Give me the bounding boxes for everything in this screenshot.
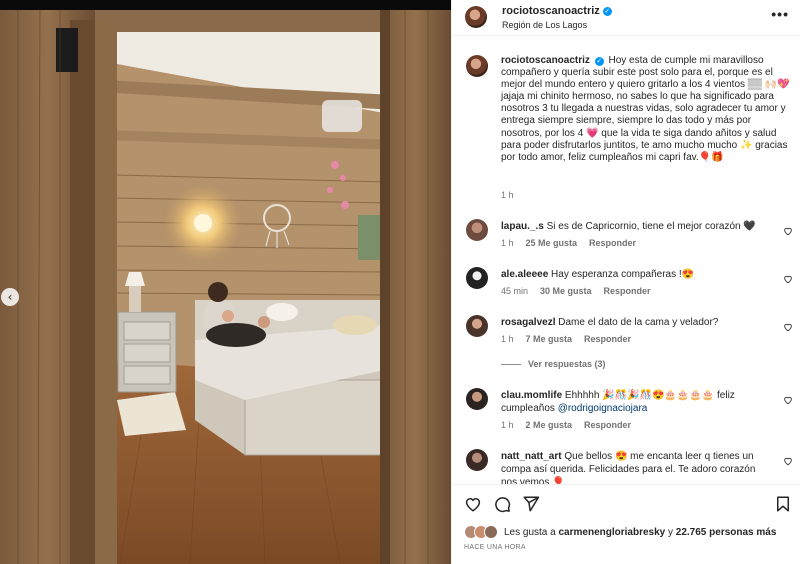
comment-body: lapau._.s Si es de Capricornio, tiene el… [501, 220, 771, 233]
comment-meta: 1 h 2 Me gusta Responder [501, 420, 631, 430]
comment-time: 1 h [501, 334, 514, 344]
comment-likes[interactable]: 2 Me gusta [526, 420, 573, 430]
comment-meta: 1 h 25 Me gusta Responder [501, 238, 636, 248]
view-replies-label: Ver respuestas (3) [528, 359, 606, 369]
comment-body: natt_natt_art Que bellos 😍 me encanta le… [501, 450, 771, 484]
bedroom-photo [0, 0, 451, 564]
comment-icon[interactable] [493, 495, 511, 513]
comment-username[interactable]: lapau._.s [501, 221, 544, 232]
previous-photo-button[interactable]: ‹ [1, 288, 19, 306]
caption-avatar[interactable] [466, 55, 488, 77]
comment-likes[interactable]: 25 Me gusta [526, 238, 578, 248]
comments-feed[interactable]: rociotoscanoactriz ✓ Hoy esta de cumple … [452, 37, 800, 484]
avatar[interactable] [466, 219, 488, 241]
avatar[interactable] [466, 267, 488, 289]
post-sidebar: rociotoscanoactriz ✓ Región de Los Lagos… [451, 0, 800, 564]
post-location[interactable]: Región de Los Lagos [502, 20, 587, 30]
reply-button[interactable]: Responder [584, 420, 631, 430]
avatar[interactable] [466, 315, 488, 337]
reply-button[interactable]: Responder [584, 334, 631, 344]
more-options-icon[interactable]: ••• [771, 6, 789, 22]
caption-time: 1 h [501, 190, 514, 200]
avatar [484, 525, 498, 539]
comment-body: clau.momlife Ehhhhh 🎉🎊🎉🎊😍🎂🎂🎂🎂 feliz cump… [501, 389, 771, 415]
comment-text: Hay esperanza compañeras !😍 [551, 269, 695, 280]
like-comment-heart-icon[interactable] [783, 226, 793, 236]
comment-body: rosagalvezl Dame el dato de la cama y ve… [501, 316, 771, 329]
caption-text: Hoy esta de cumple mi maravilloso compañ… [501, 55, 790, 163]
mention-link[interactable]: @rodrigoignaciojara [558, 403, 648, 414]
comment-likes[interactable]: 30 Me gusta [540, 286, 592, 296]
likes-summary[interactable]: Les gusta a carmenengloriabresky y 22.76… [464, 525, 776, 539]
like-comment-heart-icon[interactable] [783, 322, 793, 332]
comment-text: Dame el dato de la cama y velador? [558, 317, 719, 328]
reply-button[interactable]: Responder [604, 286, 651, 296]
likes-join: y [668, 526, 673, 538]
replies-divider [501, 363, 521, 365]
comment-likes[interactable]: 7 Me gusta [526, 334, 573, 344]
like-comment-heart-icon[interactable] [783, 456, 793, 466]
likes-prefix: Les gusta a [504, 526, 556, 538]
bookmark-save-icon[interactable] [774, 495, 792, 513]
verified-badge-icon: ✓ [602, 6, 612, 16]
verified-badge-icon: ✓ [594, 57, 604, 66]
avatar[interactable] [466, 388, 488, 410]
reply-button[interactable]: Responder [589, 238, 636, 248]
liker-avatars [464, 525, 500, 539]
caption-username[interactable]: rociotoscanoactriz [501, 55, 590, 66]
post-author-username[interactable]: rociotoscanoactriz [502, 5, 600, 17]
likes-count[interactable]: 22.765 personas más [676, 527, 777, 538]
like-comment-heart-icon[interactable] [783, 274, 793, 284]
comment-username[interactable]: rosagalvezl [501, 317, 555, 328]
like-heart-icon[interactable] [464, 495, 482, 513]
comment-body: ale.aleeee Hay esperanza compañeras !😍 [501, 268, 771, 281]
comment-username[interactable]: clau.momlife [501, 390, 562, 401]
post-photo: ‹ [0, 0, 451, 564]
post-header: rociotoscanoactriz ✓ Región de Los Lagos… [452, 0, 800, 36]
likes-user[interactable]: carmenengloriabresky [559, 527, 666, 538]
comment-time: 1 h [501, 238, 514, 248]
comment-text: Si es de Capricornio, tiene el mejor cor… [546, 221, 756, 232]
comment-time: 1 h [501, 420, 514, 430]
share-send-icon[interactable] [522, 495, 540, 513]
comment-time: 45 min [501, 286, 529, 296]
post-actions: Les gusta a carmenengloriabresky y 22.76… [452, 484, 800, 564]
post-author[interactable]: rociotoscanoactriz ✓ [502, 5, 612, 17]
comment-username[interactable]: ale.aleeee [501, 269, 548, 280]
view-replies-button[interactable]: Ver respuestas (3) [501, 359, 606, 369]
comment-meta: 45 min 30 Me gusta Responder [501, 286, 651, 296]
avatar[interactable] [466, 449, 488, 471]
post-caption: rociotoscanoactriz ✓ Hoy esta de cumple … [501, 55, 791, 164]
like-comment-heart-icon[interactable] [783, 395, 793, 405]
avatar[interactable] [465, 6, 487, 28]
post-timestamp[interactable]: HACE UNA HORA [464, 544, 526, 551]
chevron-left-icon: ‹ [7, 290, 13, 304]
comment-meta: 1 h 7 Me gusta Responder [501, 334, 631, 344]
comment-username[interactable]: natt_natt_art [501, 451, 562, 462]
